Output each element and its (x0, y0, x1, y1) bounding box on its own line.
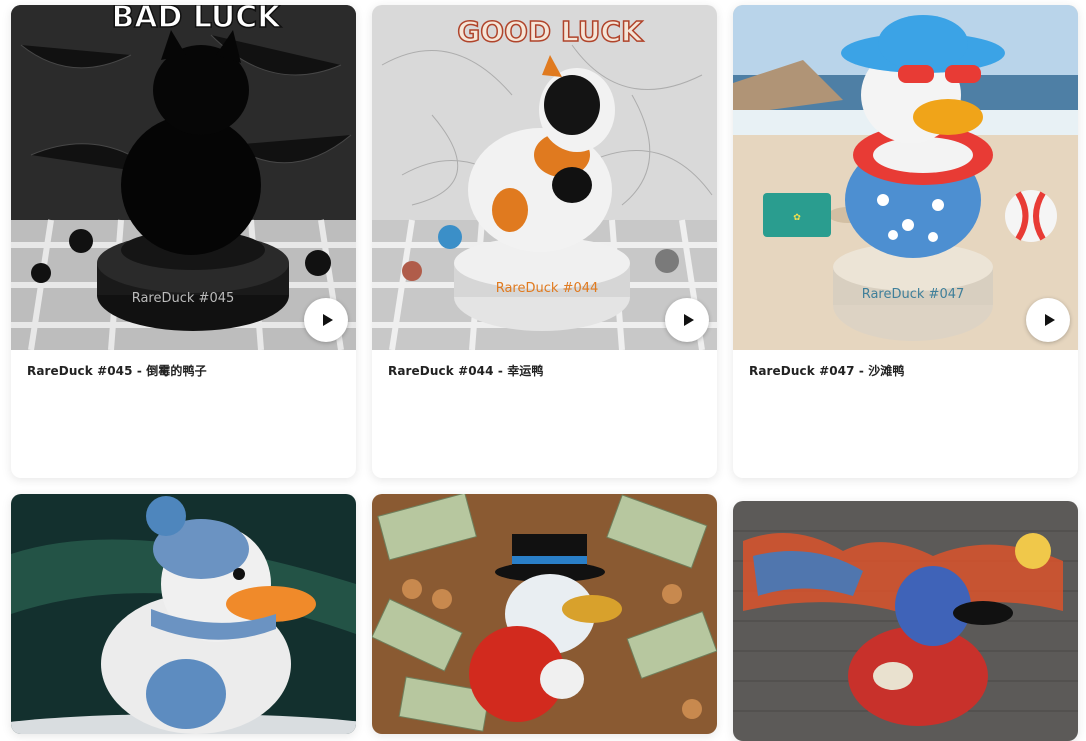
nft-artwork: GOOD LUCK RareDuck #044 (372, 5, 717, 350)
nft-artwork (733, 501, 1078, 741)
plaque-text: RareDuck #047 (862, 287, 965, 302)
play-button[interactable] (1026, 298, 1070, 342)
nft-artwork (11, 494, 356, 734)
nft-card[interactable] (733, 501, 1078, 741)
nft-media[interactable] (372, 494, 717, 734)
nft-card[interactable]: BAD LUCK RareDuck #045 RareDuck #045 - 倒… (11, 5, 356, 478)
nft-media[interactable]: BAD LUCK RareDuck #045 (11, 5, 356, 350)
play-icon (683, 314, 694, 326)
play-button[interactable] (304, 298, 348, 342)
nft-media[interactable]: GOOD LUCK RareDuck #044 (372, 5, 717, 350)
play-icon (322, 314, 333, 326)
nft-artwork (372, 494, 717, 734)
nft-artwork: BAD LUCK RareDuck #045 (11, 5, 356, 350)
sign-text: BAD LUCK (111, 5, 282, 35)
sign-text: GOOD LUCK (457, 15, 644, 48)
nft-card[interactable] (372, 494, 717, 734)
nft-card[interactable]: GOOD LUCK RareDuck #044 RareDuck #044 - … (372, 5, 717, 478)
nft-media[interactable]: ✿ RareDuck #047 (733, 5, 1078, 350)
nft-title[interactable]: RareDuck #044 - 幸运鸭 (388, 362, 544, 379)
svg-text:✿: ✿ (793, 213, 801, 223)
nft-title[interactable]: RareDuck #047 - 沙滩鸭 (749, 362, 905, 379)
play-button[interactable] (665, 298, 709, 342)
nft-media[interactable] (11, 494, 356, 734)
play-icon (1044, 314, 1055, 326)
nft-media[interactable] (733, 501, 1078, 741)
nft-card[interactable] (11, 494, 356, 734)
nft-artwork: ✿ RareDuck #047 (733, 5, 1078, 350)
plaque-text: RareDuck #044 (496, 281, 599, 296)
nft-card[interactable]: ✿ RareDuck #047 RareDuck #047 - 沙滩鸭 (733, 5, 1078, 478)
nft-grid: BAD LUCK RareDuck #045 RareDuck #045 - 倒… (0, 0, 1086, 741)
nft-title[interactable]: RareDuck #045 - 倒霉的鸭子 (27, 362, 207, 379)
plaque-text: RareDuck #045 (132, 291, 235, 306)
